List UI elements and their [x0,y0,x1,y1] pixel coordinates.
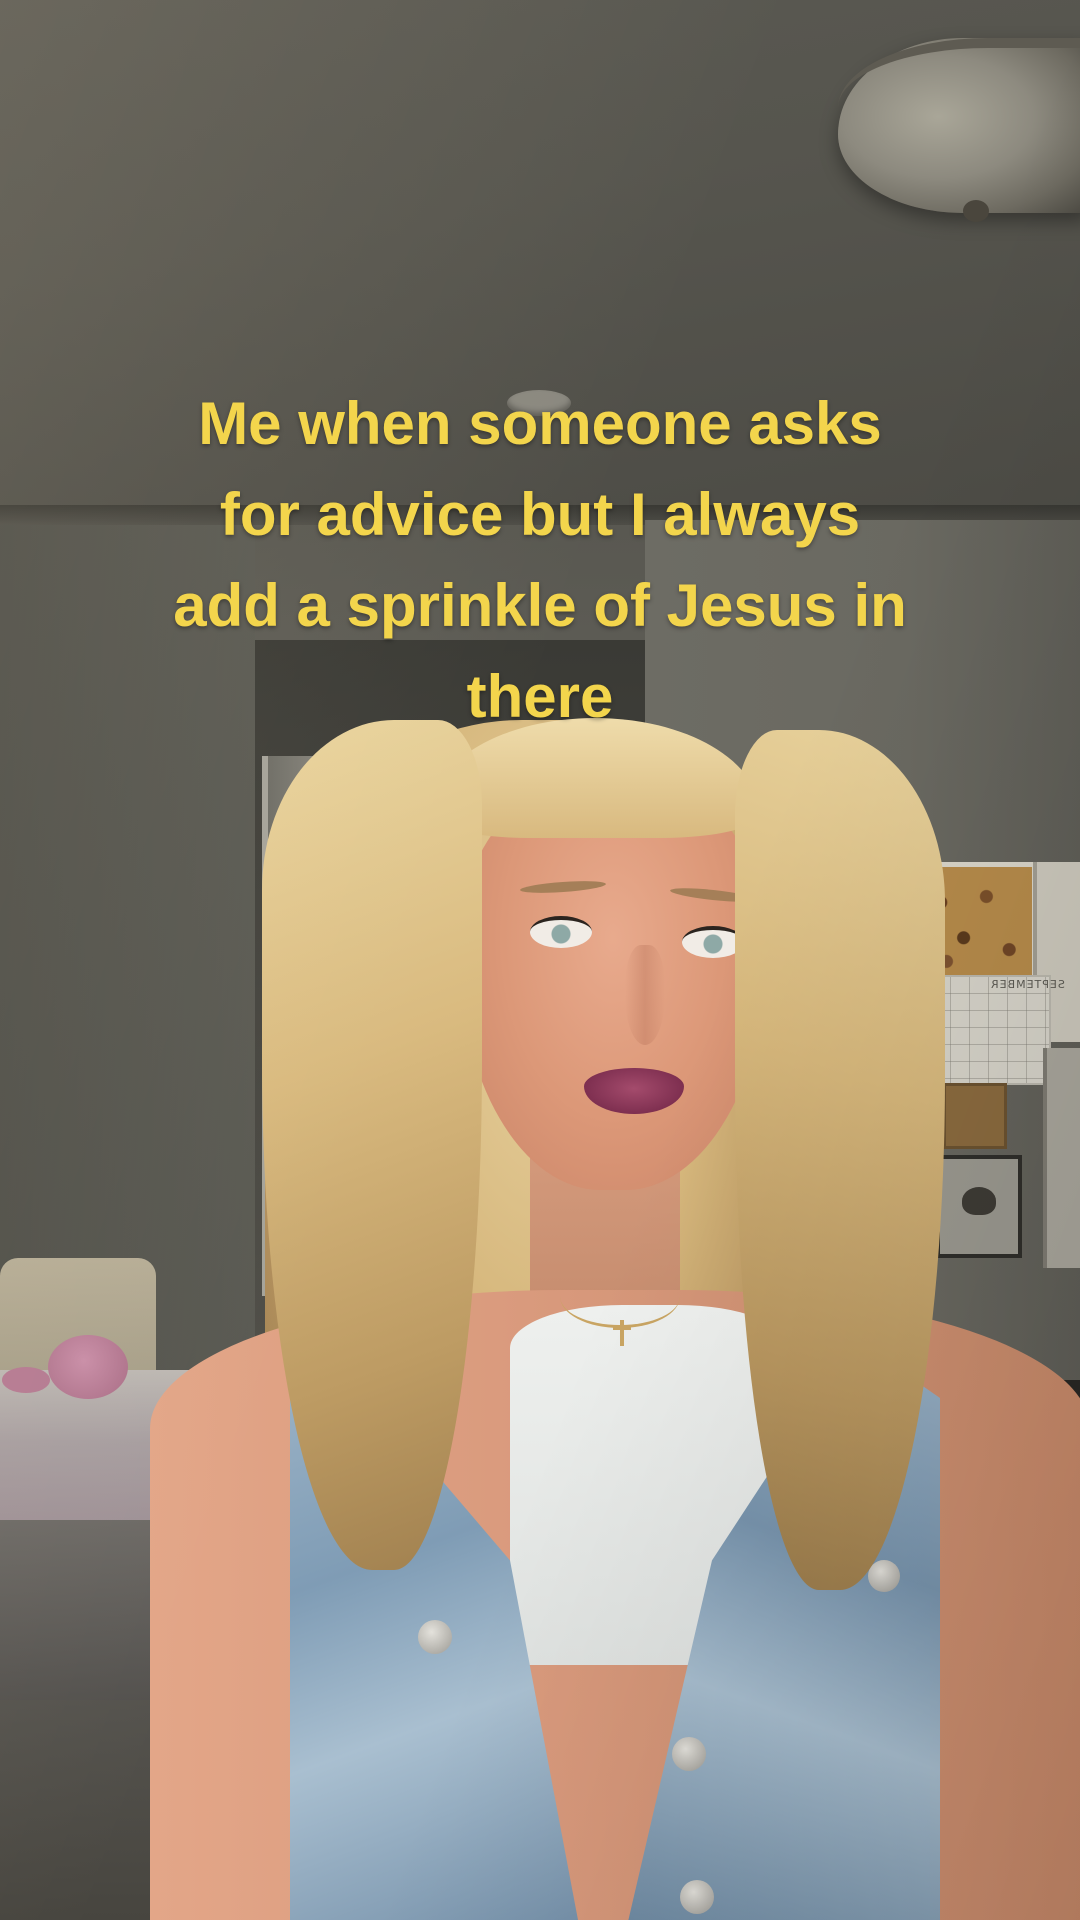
vest-button [672,1737,706,1771]
ceiling-lamp-knob [963,200,989,222]
left-eye [530,916,592,948]
vest-button [868,1560,900,1592]
nose [625,945,665,1045]
caption-line: there [466,663,614,730]
video-frame: SEPTEMBER Me when someone asks for advic… [0,0,1080,1920]
caption-line: Me when someone asks [198,390,882,457]
wall-art-highland-cow [936,1155,1022,1258]
cross-pendant [613,1320,631,1346]
calendar-title: SEPTEMBER [990,978,1065,991]
caption-line: for advice but I always [219,481,861,548]
wall-mirror [1043,1048,1080,1268]
vest-button [418,1620,452,1654]
caption-line: add a sprinkle of Jesus in [173,572,907,639]
corkboard [943,1083,1007,1149]
vest-button [680,1880,714,1914]
plush-toy [48,1335,128,1399]
necklace-chain [560,1265,680,1328]
plush-toy-arm [2,1367,50,1393]
caption-text: Me when someone asks for advice but I al… [80,378,1000,742]
